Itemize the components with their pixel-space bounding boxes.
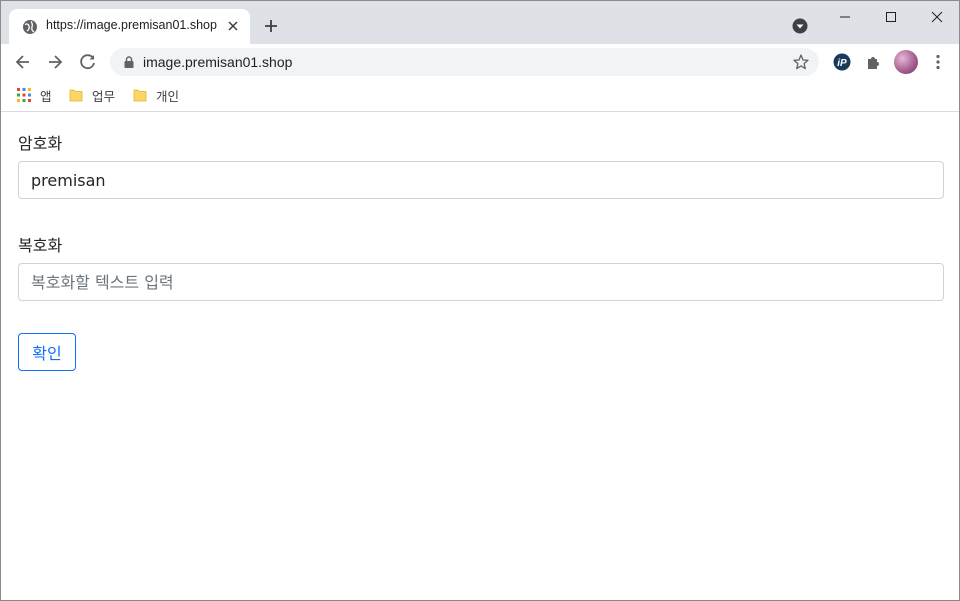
forward-arrow-icon[interactable]	[45, 52, 65, 72]
address-bar[interactable]: image.premisan01.shop	[110, 48, 819, 76]
page-content: 암호화 복호화 확인	[1, 113, 959, 600]
maximize-icon[interactable]	[881, 7, 901, 27]
tab-search-icon[interactable]	[791, 17, 809, 35]
close-icon[interactable]	[225, 18, 241, 34]
back-arrow-icon[interactable]	[13, 52, 33, 72]
url-text[interactable]: image.premisan01.shop	[143, 54, 292, 70]
encrypt-input[interactable]	[18, 161, 944, 199]
apps-grid-icon	[17, 88, 31, 102]
profile-avatar-icon[interactable]	[894, 50, 918, 74]
bookmark-folder-personal[interactable]: 개인	[132, 85, 179, 105]
confirm-button[interactable]: 확인	[18, 333, 76, 371]
decrypt-label: 복호화	[18, 236, 63, 255]
bookmark-label: 앱	[40, 88, 52, 104]
globe-icon	[23, 20, 37, 34]
ip-extension-icon[interactable]: iP	[832, 52, 852, 72]
lock-icon[interactable]	[122, 55, 136, 69]
svg-text:iP: iP	[837, 58, 847, 69]
folder-icon	[133, 89, 147, 102]
folder-icon	[69, 89, 83, 102]
bookmark-apps[interactable]: 앱	[16, 85, 52, 105]
bookmarks-bar: 앱 업무 개인	[1, 80, 959, 112]
extensions-puzzle-icon[interactable]	[864, 52, 884, 72]
minimize-icon[interactable]	[835, 7, 855, 27]
tab-title: https://image.premisan01.shop	[46, 18, 217, 32]
tab-strip: https://image.premisan01.shop	[1, 1, 959, 44]
encrypt-label: 암호화	[18, 134, 63, 153]
browser-toolbar: image.premisan01.shop iP	[1, 44, 959, 80]
browser-window: https://image.premisan01.shop image.prem…	[0, 0, 960, 601]
bookmark-star-icon[interactable]	[792, 53, 810, 71]
reload-icon[interactable]	[78, 52, 98, 72]
bookmark-label: 업무	[92, 88, 116, 104]
window-close-icon[interactable]	[927, 7, 947, 27]
bookmark-folder-work[interactable]: 업무	[68, 85, 115, 105]
tab-active[interactable]: https://image.premisan01.shop	[9, 9, 250, 44]
kebab-menu-icon[interactable]	[928, 52, 948, 72]
decrypt-input[interactable]	[18, 263, 944, 301]
new-tab-plus-icon[interactable]	[261, 16, 281, 36]
bookmark-label: 개인	[156, 88, 180, 104]
